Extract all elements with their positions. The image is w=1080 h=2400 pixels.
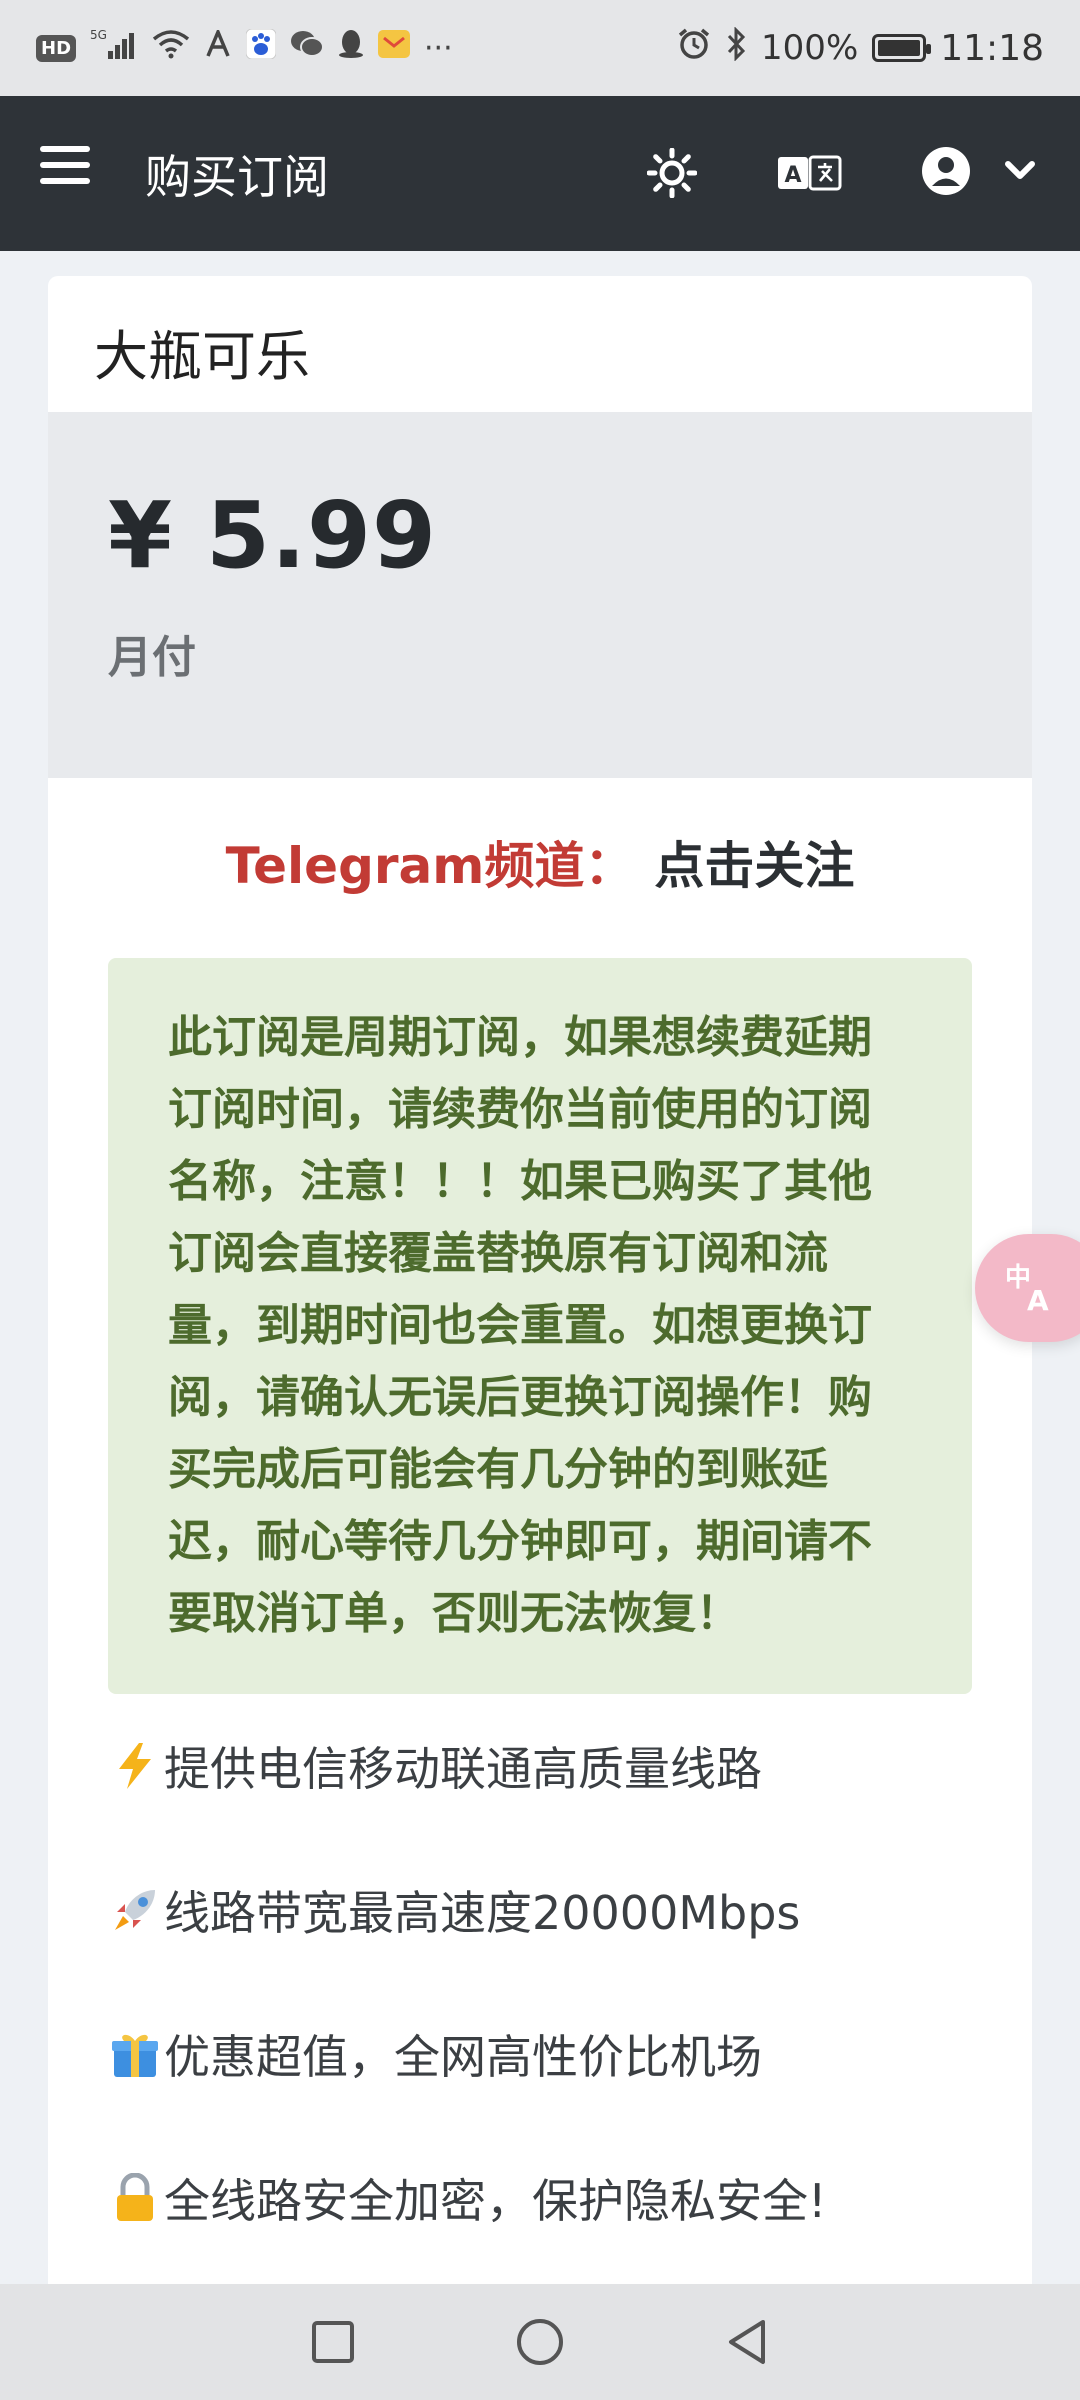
- wechat-icon: [290, 29, 325, 67]
- feature-item: 全线路安全加密，保护隐私安全!: [108, 2126, 972, 2270]
- sun-icon[interactable]: [640, 141, 704, 205]
- feature-item: 提供电信移动联通高质量线路: [108, 1694, 972, 1838]
- chevron-down-icon: [1004, 160, 1036, 186]
- signal-icon: 5G: [90, 27, 138, 69]
- feature-text: 优惠超值，全网高性价比机场: [164, 2030, 762, 2084]
- gift-icon: [108, 2029, 162, 2079]
- bluetooth-icon: [725, 26, 747, 69]
- account-icon: [920, 145, 972, 201]
- app-bar: 购买订阅 A: [0, 96, 1080, 251]
- rocket-icon: [108, 1886, 162, 1934]
- qq-icon: [338, 29, 364, 67]
- feature-item: 优惠超值，全网高性价比机场: [108, 1982, 972, 2126]
- clock: 11:18: [940, 27, 1044, 69]
- status-left: HD 5G ···: [36, 27, 453, 69]
- plan-name: 大瓶可乐: [94, 325, 310, 388]
- status-bar: HD 5G ··· 100% 11:18: [0, 0, 1080, 96]
- svg-text:A: A: [1027, 1284, 1049, 1316]
- page-title: 购买订阅: [145, 150, 329, 204]
- telegram-label: Telegram频道：: [225, 837, 635, 895]
- billing-period: 月付: [108, 632, 196, 683]
- telegram-row: Telegram频道： 点击关注: [108, 826, 972, 898]
- recents-button[interactable]: [303, 2312, 363, 2372]
- back-button[interactable]: [717, 2312, 777, 2372]
- app-a-icon: [204, 27, 232, 66]
- battery-percent: 100%: [761, 28, 859, 68]
- battery-icon: [872, 34, 932, 62]
- subscription-notice: 此订阅是周期订阅，如果想续费延期订阅时间，请续费你当前使用的订阅名称，注意！！！…: [108, 958, 972, 1694]
- feature-text: 线路带宽最高速度20000Mbps: [164, 1886, 801, 1940]
- plan-description: Telegram频道： 点击关注 此订阅是周期订阅，如果想续费延期订阅时间，请续费…: [48, 778, 1032, 2270]
- lock-icon: [108, 2173, 162, 2223]
- alarm-icon: [677, 27, 711, 69]
- network-type: 5G: [90, 28, 107, 42]
- system-nav-bar: [0, 2284, 1080, 2400]
- floating-translate-button[interactable]: 中 A: [975, 1234, 1080, 1342]
- menu-icon[interactable]: [40, 146, 90, 196]
- plan-price: ¥ 5.99: [108, 482, 438, 589]
- translate-icon: 中 A: [1003, 1256, 1063, 1320]
- feature-list: 提供电信移动联通高质量线路 线路带宽最高速度20000Mbps 优惠超值，全网高…: [108, 1694, 972, 2270]
- home-button[interactable]: [510, 2312, 570, 2372]
- feature-item: 线路带宽最高速度20000Mbps: [108, 1838, 972, 1982]
- telegram-follow-link[interactable]: 点击关注: [654, 837, 854, 895]
- hd-icon: HD: [36, 34, 77, 62]
- feature-text: 全线路安全加密，保护隐私安全!: [164, 2174, 827, 2228]
- lightning-icon: [108, 1741, 162, 1791]
- more-icon: ···: [424, 30, 453, 66]
- status-right: 100% 11:18: [677, 26, 1044, 69]
- translate-icon[interactable]: A: [778, 141, 842, 205]
- feature-text: 提供电信移动联通高质量线路: [164, 1742, 762, 1796]
- baidu-icon: [245, 28, 277, 67]
- price-block: ¥ 5.99 月付: [48, 412, 1032, 778]
- mail-icon: [378, 30, 411, 66]
- svg-text:A: A: [784, 163, 801, 188]
- wifi-icon: [152, 29, 190, 67]
- account-menu[interactable]: [920, 141, 1036, 205]
- plan-card: 大瓶可乐 ¥ 5.99 月付 Telegram频道： 点击关注 此订阅是周期订阅，…: [48, 276, 1032, 2400]
